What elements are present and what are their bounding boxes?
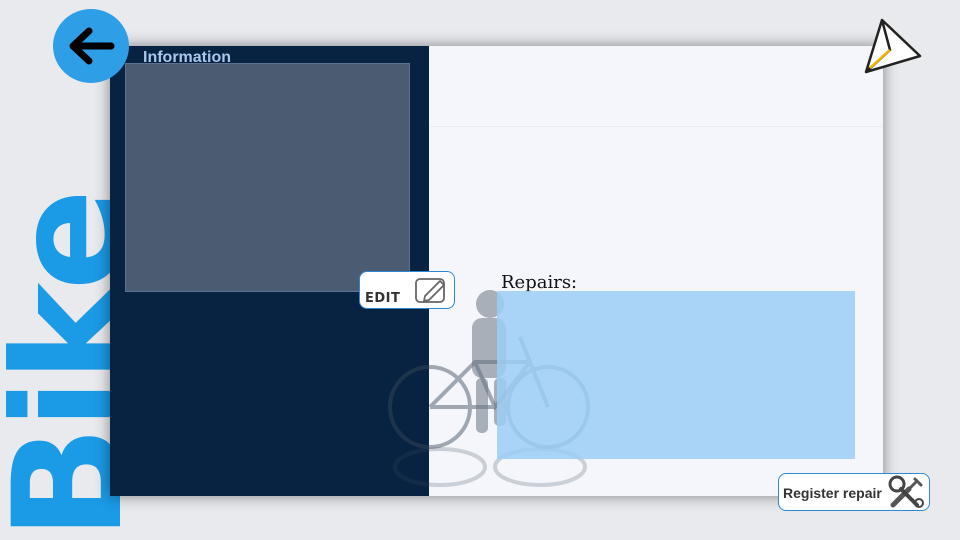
back-button[interactable] (53, 9, 129, 83)
edit-button[interactable]: EDIT (359, 271, 455, 309)
bike-card: Information Repairs: (110, 46, 883, 496)
register-repair-label: Register repair (783, 485, 882, 501)
edit-label: EDIT (365, 291, 401, 306)
pencil-square-icon (415, 278, 445, 303)
bike-photo-placeholder (125, 63, 410, 292)
paper-plane-icon (864, 18, 922, 74)
send-button[interactable] (860, 18, 924, 74)
repairs-list (497, 291, 855, 459)
repairs-label: Repairs: (501, 272, 578, 293)
header-divider (429, 126, 883, 127)
wrench-screwdriver-icon (888, 475, 924, 508)
register-repair-button[interactable]: Register repair (778, 473, 930, 511)
arrow-left-icon (69, 27, 115, 65)
